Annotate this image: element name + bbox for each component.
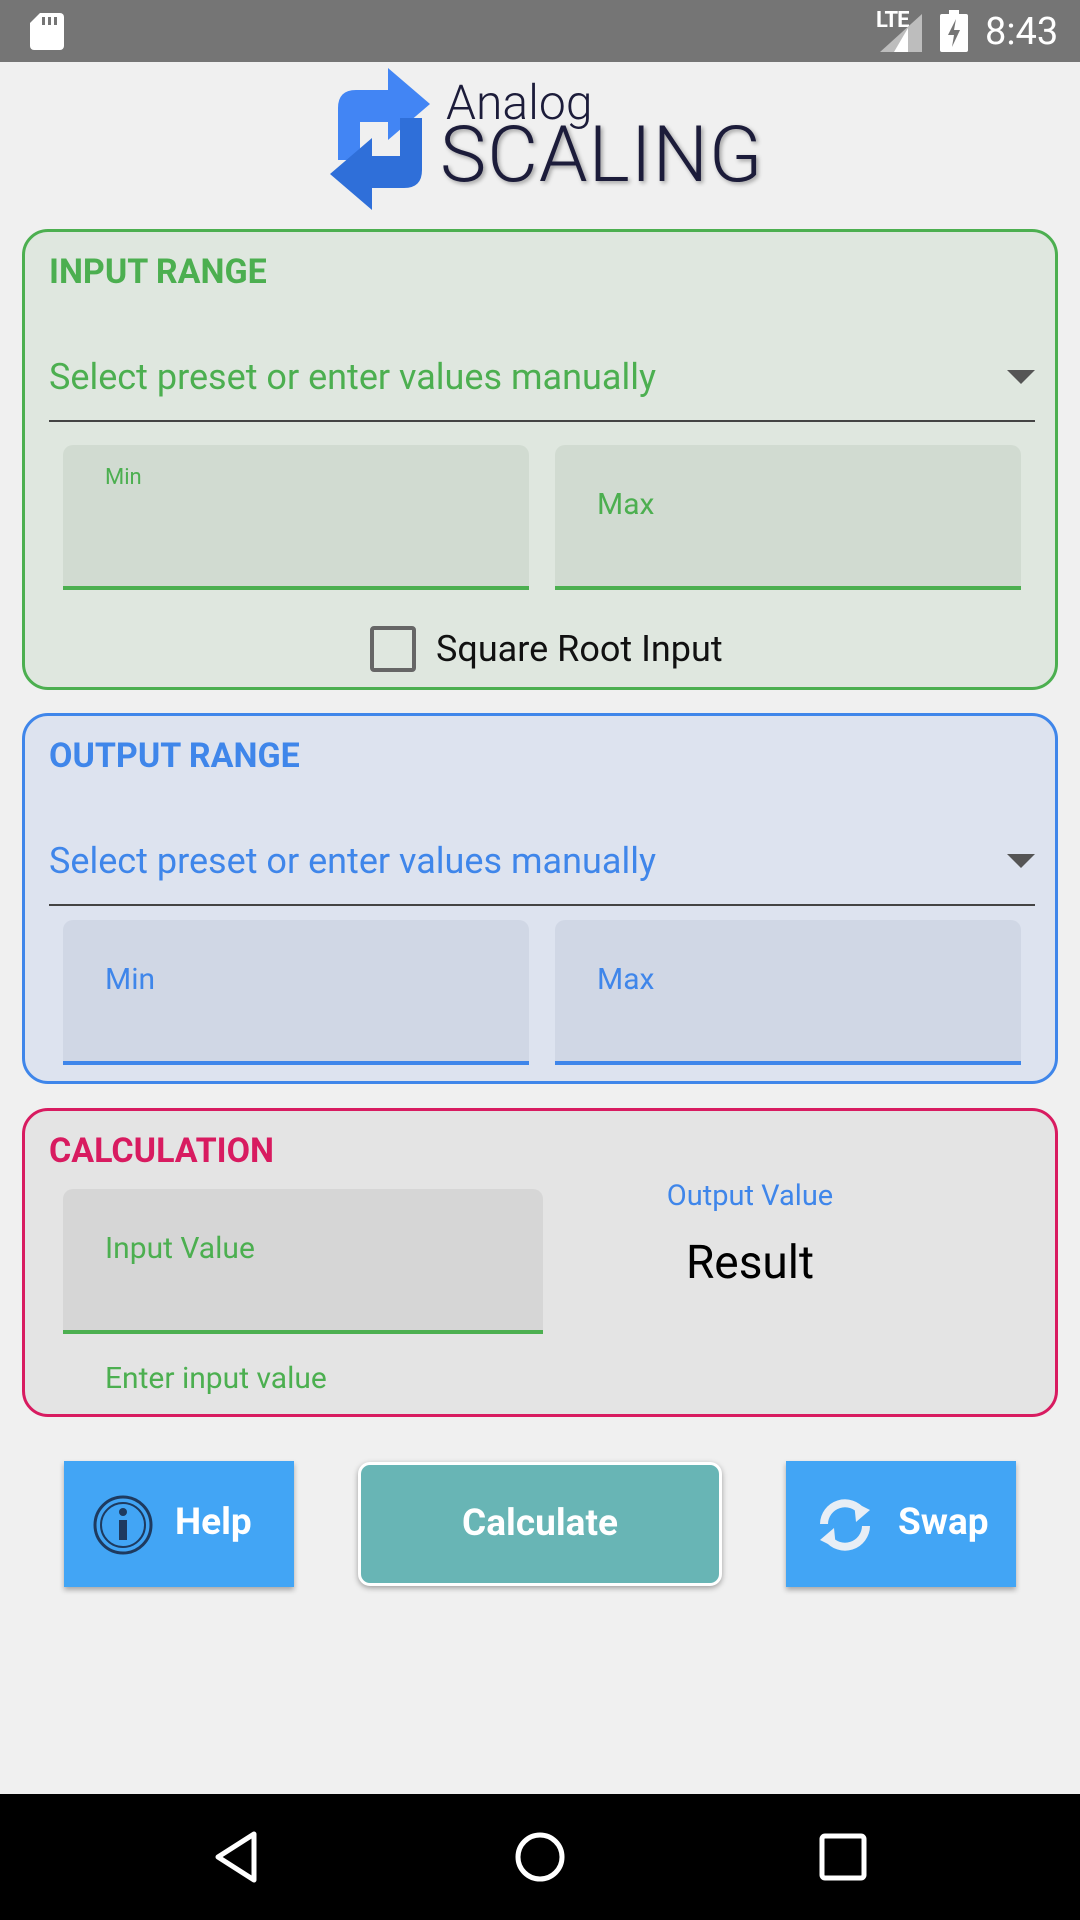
input-min-label: Min [105, 465, 142, 490]
logo-text-big: SCALING [440, 110, 764, 201]
input-range-title: INPUT RANGE [49, 252, 267, 292]
help-button[interactable]: Help [64, 1461, 294, 1587]
output-max-hint: Max [597, 962, 655, 997]
swap-label: Swap [898, 1501, 989, 1544]
output-preset-placeholder: Select preset or enter values manually [49, 840, 656, 882]
output-min-hint: Min [105, 962, 156, 997]
refresh-icon [820, 1499, 870, 1551]
input-range-card: INPUT RANGE Select preset or enter value… [22, 229, 1058, 690]
output-range-card: OUTPUT RANGE Select preset or enter valu… [22, 713, 1058, 1084]
signal-icon [880, 14, 922, 52]
calculation-card: CALCULATION Input Value Enter input valu… [22, 1108, 1058, 1417]
logo-arrows-icon [330, 68, 430, 210]
navigation-bar [0, 1794, 1080, 1920]
square-root-label: Square Root Input [436, 628, 723, 670]
clock: 8:43 [985, 10, 1059, 54]
square-root-checkbox[interactable] [370, 626, 416, 672]
output-preset-spinner[interactable]: Select preset or enter values manually [49, 826, 1035, 906]
home-icon[interactable] [513, 1830, 567, 1884]
status-bar: LTE 8:43 [0, 0, 1080, 62]
back-icon[interactable] [210, 1830, 264, 1884]
output-value-label: Output Value [666, 1179, 834, 1213]
app-logo: Analog SCALING [326, 68, 762, 210]
recents-icon[interactable] [816, 1830, 870, 1884]
input-value-field[interactable]: Input Value [63, 1189, 543, 1334]
result-value: Result [685, 1236, 815, 1290]
input-max-field[interactable]: Max [555, 445, 1021, 590]
battery-charging-icon [940, 10, 968, 52]
input-value-helper: Enter input value [105, 1361, 327, 1396]
calculate-button[interactable]: Calculate [358, 1462, 722, 1586]
dropdown-arrow-icon [1007, 370, 1035, 384]
swap-button[interactable]: Swap [786, 1461, 1016, 1587]
help-label: Help [175, 1501, 252, 1544]
sd-card-icon [30, 13, 64, 50]
output-range-title: OUTPUT RANGE [49, 736, 300, 776]
input-preset-spinner[interactable]: Select preset or enter values manually [49, 342, 1035, 422]
dropdown-arrow-icon [1007, 854, 1035, 868]
info-icon [93, 1495, 153, 1555]
input-preset-placeholder: Select preset or enter values manually [49, 356, 656, 398]
input-min-field[interactable]: Min [63, 445, 529, 590]
output-min-field[interactable]: Min [63, 920, 529, 1065]
calculation-title: CALCULATION [49, 1131, 275, 1171]
input-value-hint: Input Value [105, 1231, 255, 1266]
input-max-hint: Max [597, 487, 655, 522]
output-max-field[interactable]: Max [555, 920, 1021, 1065]
